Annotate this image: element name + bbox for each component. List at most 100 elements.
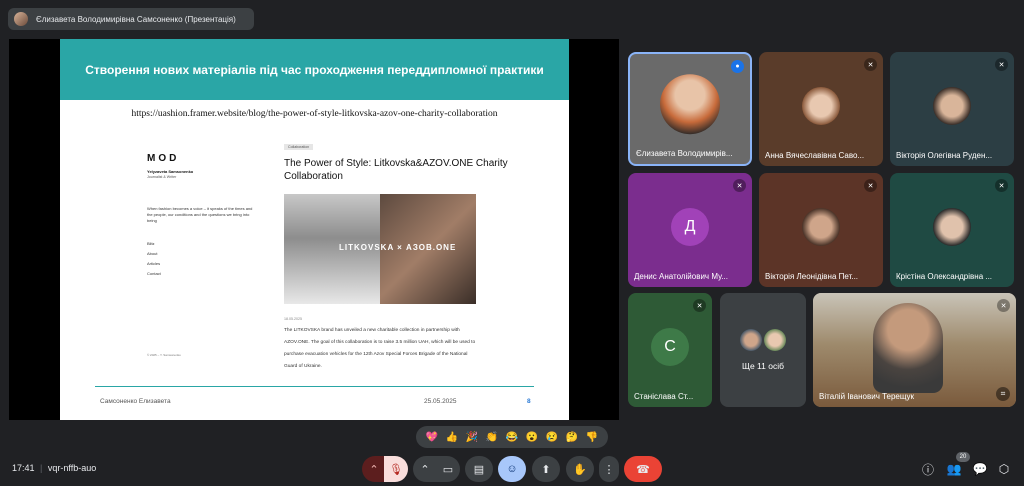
nav-item: Blitz xyxy=(147,241,155,246)
participant-name: Вікторія Леонідівна Пет... xyxy=(765,272,859,281)
participant-tile[interactable]: ● Єлизавета Володимирів... xyxy=(628,52,752,166)
participant-tile[interactable]: ✕ Крістіна Олександрівна ... xyxy=(890,173,1014,287)
participant-name: Єлизавета Володимирів... xyxy=(636,149,733,158)
presentation-chip[interactable]: Єлизавета Володимирівна Самсоненко (През… xyxy=(8,8,254,30)
reactions-bar: 💖 👍 🎉 👏 😂 😮 😢 🤔 👎 xyxy=(416,426,608,448)
participant-name: Вікторія Олегівна Руден... xyxy=(896,151,993,160)
camera-toggle-button[interactable]: ▭ xyxy=(436,456,460,482)
reactions-button[interactable]: ☺ xyxy=(498,456,526,482)
avatar xyxy=(740,329,762,351)
speaking-icon: ● xyxy=(731,60,744,73)
slide-heading: Створення нових матеріалів під час прохо… xyxy=(85,62,544,77)
mic-toggle-button[interactable]: 🎙 xyxy=(384,456,408,482)
present-button[interactable]: ⬆ xyxy=(532,456,560,482)
chat-icon: 💬 xyxy=(972,462,988,476)
avatar xyxy=(933,86,971,125)
meeting-details-button[interactable]: ⓘ xyxy=(918,459,938,479)
more-participants-tile[interactable]: Ще 11 осіб xyxy=(720,293,806,407)
slide-url: https://uashion.framer.website/blog/the-… xyxy=(131,109,498,119)
mic-options-button[interactable]: ⌃ xyxy=(362,456,386,482)
participant-tile[interactable]: ✕ Вікторія Леонідівна Пет... xyxy=(759,173,883,287)
video-camera-icon: ▭ xyxy=(442,463,454,476)
phone-hangup-icon: ☎ xyxy=(636,463,650,476)
activities-button[interactable]: ⬡ xyxy=(994,459,1014,479)
reaction-sad[interactable]: 😢 xyxy=(546,432,558,443)
reaction-surprised[interactable]: 😮 xyxy=(526,432,538,443)
reaction-heart[interactable]: 💖 xyxy=(426,432,438,443)
avatar-letter: С xyxy=(651,327,689,366)
emoji-icon: ☺ xyxy=(506,463,518,475)
mic-off-icon: ✕ xyxy=(864,179,877,192)
chevron-up-icon: ⌃ xyxy=(369,463,379,476)
site-nav: Blitz About Articles Contact xyxy=(147,239,161,279)
participant-name: Денис Анатолійович Му... xyxy=(634,272,728,281)
mic-off-icon: ✕ xyxy=(997,299,1010,312)
people-button[interactable]: 👥 xyxy=(944,459,964,479)
site-logo: MOD xyxy=(147,153,180,164)
post-date: 18.05.2025 xyxy=(284,317,302,321)
slide-page-number: 8 xyxy=(527,398,531,405)
participant-tile[interactable]: С ✕ Станіслава Ст... xyxy=(628,293,712,407)
activities-icon: ⬡ xyxy=(998,462,1010,476)
nav-item: Contact xyxy=(147,271,161,276)
author-role: Journalist & Writer xyxy=(147,175,177,179)
more-options-button[interactable]: ⋮ xyxy=(599,456,619,482)
participant-name: Анна Вячеславівна Саво... xyxy=(765,151,865,160)
participant-name: Крістіна Олександрівна ... xyxy=(896,272,993,281)
more-participants-label: Ще 11 осіб xyxy=(742,361,784,371)
meeting-info: 17:41 | vqr-nffb-auo xyxy=(12,463,96,473)
more-vert-icon: ⋮ xyxy=(603,463,615,476)
nav-item: About xyxy=(147,251,158,256)
meeting-code: vqr-nffb-auo xyxy=(47,463,97,473)
reaction-laugh[interactable]: 😂 xyxy=(506,432,518,443)
avatar xyxy=(764,329,786,351)
participant-name: Віталій Іванович Терещук xyxy=(819,392,915,401)
reaction-thumbs-up[interactable]: 👍 xyxy=(446,432,458,443)
crop-icon[interactable]: ⌗ xyxy=(996,387,1010,401)
participant-name: Станіслава Ст... xyxy=(634,392,694,401)
captions-button[interactable]: ▤ xyxy=(465,456,493,482)
post-hero-image: LITKOVSKA × АЗОВ.ONE xyxy=(284,194,476,304)
separator: | xyxy=(40,463,43,473)
avatar-letter: Д xyxy=(671,207,709,246)
participant-tile[interactable]: ✕ ⌗ Віталій Іванович Терещук xyxy=(813,293,1016,407)
slide-footer-date: 25.05.2025 xyxy=(424,398,457,405)
site-copyright: © 2025 – Y. Samsonenko xyxy=(147,353,181,357)
presentation-title: Єлизавета Володимирівна Самсоненко (През… xyxy=(36,14,236,24)
presentation-stage: Створення нових матеріалів під час прохо… xyxy=(9,39,619,420)
slide: Створення нових матеріалів під час прохо… xyxy=(60,39,569,420)
hand-icon: ✋ xyxy=(573,463,587,476)
site-blurb: When fashion becomes a voice – it speaks… xyxy=(147,206,253,223)
slide-footer-name: Самсоненко Елизавета xyxy=(100,398,171,405)
reaction-thinking[interactable]: 🤔 xyxy=(566,432,578,443)
reaction-thumbs-down[interactable]: 👎 xyxy=(586,432,598,443)
post-title: The Power of Style: Litkovska&AZOV.ONE C… xyxy=(284,158,508,182)
mic-off-icon: ✕ xyxy=(693,299,706,312)
slide-header: Створення нових матеріалів під час прохо… xyxy=(60,39,569,100)
participant-figure xyxy=(873,303,943,393)
camera-options-button[interactable]: ⌃ xyxy=(413,456,437,482)
slide-divider xyxy=(95,386,534,387)
nav-item: Articles xyxy=(147,261,161,266)
clock-time: 17:41 xyxy=(12,463,35,473)
reaction-party[interactable]: 🎉 xyxy=(466,432,478,443)
raise-hand-button[interactable]: ✋ xyxy=(566,456,594,482)
participant-tile[interactable]: ✕ Анна Вячеславівна Саво... xyxy=(759,52,883,166)
presenter-avatar xyxy=(14,12,28,26)
chat-button[interactable]: 💬 xyxy=(970,459,990,479)
hero-brand-text: LITKOVSKA × АЗОВ.ONE xyxy=(339,243,457,252)
mic-off-icon: ✕ xyxy=(995,179,1008,192)
chevron-up-icon: ⌃ xyxy=(420,463,430,476)
present-screen-icon: ⬆ xyxy=(541,463,551,476)
end-call-button[interactable]: ☎ xyxy=(624,456,662,482)
mic-off-icon: 🎙 xyxy=(389,463,403,476)
mic-off-icon: ✕ xyxy=(864,58,877,71)
avatar xyxy=(802,86,840,125)
mic-off-icon: ✕ xyxy=(995,58,1008,71)
reaction-clap[interactable]: 👏 xyxy=(486,432,498,443)
post-tag: Collaboration xyxy=(284,144,314,150)
participant-tile[interactable]: Д ✕ Денис Анатолійович Му... xyxy=(628,173,752,287)
participant-tile[interactable]: ✕ Вікторія Олегівна Руден... xyxy=(890,52,1014,166)
avatar xyxy=(802,207,840,246)
participant-video xyxy=(660,74,720,135)
